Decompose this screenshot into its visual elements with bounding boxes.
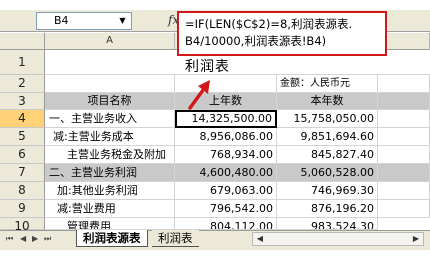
sheet-row: 2 金额：人民币元 [0, 75, 430, 93]
column-header-a[interactable]: A [45, 33, 175, 50]
item-name[interactable]: 一、主营业务收入 [45, 110, 175, 128]
spreadsheet-window: B4 ▼ fx =IF(LEN($C$2)=8,利润表源表. B4/10000,… [0, 0, 430, 261]
scroll-left-icon[interactable]: ◀ [253, 233, 267, 245]
item-name[interactable]: 减:营业费用 [45, 200, 175, 218]
row-header[interactable]: 8 [0, 182, 45, 200]
select-all-corner[interactable] [0, 33, 45, 50]
tab-profit[interactable]: 利润表 [152, 230, 199, 247]
row-header[interactable]: 10 [0, 218, 45, 230]
table-row: 6 主营业务税金及附加 768,934.00 845,827.40 [0, 146, 430, 164]
value-current[interactable]: 845,827.40 [277, 146, 378, 164]
value-previous[interactable]: 796,542.00 [175, 200, 277, 218]
item-name[interactable]: 管理费用 [45, 218, 175, 230]
value-previous[interactable]: 8,956,086.00 [175, 128, 277, 146]
row-header[interactable]: 2 [0, 75, 45, 93]
formula-line-2: B4/10000,利润表源表!B4) [185, 34, 327, 48]
value-current[interactable]: 876,196.20 [277, 200, 378, 218]
formula-content[interactable]: =IF(LEN($C$2)=8,利润表源表. B4/10000,利润表源表!B4… [177, 11, 387, 56]
cell[interactable] [378, 146, 430, 164]
table-header-row: 3 项目名称 上年数 本年数 [0, 93, 430, 110]
red-arrow-icon [188, 80, 210, 110]
cell[interactable] [378, 75, 430, 93]
row-header[interactable]: 3 [0, 93, 45, 110]
next-sheet-icon[interactable]: ▶ [32, 234, 38, 243]
selected-cell-b4[interactable]: 14,325,500.00 [175, 110, 277, 128]
cell[interactable] [378, 93, 430, 110]
name-box-value: B4 [54, 14, 69, 27]
row-header[interactable]: 6 [0, 146, 45, 164]
tab-profit-source[interactable]: 利润表源表 [76, 230, 148, 247]
table-row: 5 减:主营业务成本 8,956,086.00 9,851,694.60 [0, 128, 430, 146]
table-row: 8 加:其他业务利润 679,063.00 746,969.30 [0, 182, 430, 200]
value-previous[interactable]: 768,934.00 [175, 146, 277, 164]
cell[interactable] [378, 110, 430, 128]
value-previous[interactable]: 679,063.00 [175, 182, 277, 200]
sheet-title: 利润表 [185, 59, 230, 75]
cell[interactable] [45, 75, 175, 93]
value-current[interactable]: 9,851,694.60 [277, 128, 378, 146]
table-row: 4 一、主营业务收入 14,325,500.00 15,758,050.00 [0, 110, 430, 128]
row-header[interactable]: 4 [0, 110, 45, 128]
row-header[interactable]: 7 [0, 164, 45, 182]
table-row: 9 减:营业费用 796,542.00 876,196.20 [0, 200, 430, 218]
value-current[interactable]: 5,060,528.00 [277, 164, 378, 182]
item-name[interactable]: 主营业务税金及附加 [45, 146, 175, 164]
horizontal-scrollbar[interactable]: ◀ ▶ [252, 232, 424, 246]
item-name[interactable]: 减:主营业务成本 [45, 128, 175, 146]
value-previous[interactable]: 804,112.00 [175, 218, 277, 230]
header-item-name[interactable]: 项目名称 [45, 93, 175, 110]
cell[interactable] [378, 164, 430, 182]
header-current-year[interactable]: 本年数 [277, 93, 378, 110]
row-header[interactable]: 5 [0, 128, 45, 146]
name-box-dropdown-icon[interactable]: ▼ [116, 14, 129, 28]
name-box[interactable]: B4 ▼ [36, 12, 132, 30]
cell[interactable] [378, 200, 430, 218]
last-sheet-icon[interactable]: ⏭ [44, 234, 51, 244]
prev-sheet-icon[interactable]: ◀ [20, 234, 26, 243]
unit-label[interactable]: 金额：人民币元 [277, 75, 378, 93]
scroll-right-icon[interactable]: ▶ [409, 233, 423, 245]
cell[interactable] [378, 128, 430, 146]
value-current[interactable]: 746,969.30 [277, 182, 378, 200]
table-row: 7 二、主营业务利润 4,600,480.00 5,060,528.00 [0, 164, 430, 182]
row-header[interactable]: 9 [0, 200, 45, 218]
item-name[interactable]: 二、主营业务利润 [45, 164, 175, 182]
table-row: 10 管理费用 804,112.00 983,524.30 [0, 218, 430, 230]
row-header[interactable]: 1 [0, 50, 45, 75]
item-name[interactable]: 加:其他业务利润 [45, 182, 175, 200]
first-sheet-icon[interactable]: ⏮ [6, 234, 13, 244]
formula-line-1: =IF(LEN($C$2)=8,利润表源表. [185, 17, 353, 31]
cell[interactable] [378, 182, 430, 200]
value-current[interactable]: 15,758,050.00 [277, 110, 378, 128]
value-current[interactable]: 983,524.30 [277, 218, 378, 230]
value-previous[interactable]: 4,600,480.00 [175, 164, 277, 182]
